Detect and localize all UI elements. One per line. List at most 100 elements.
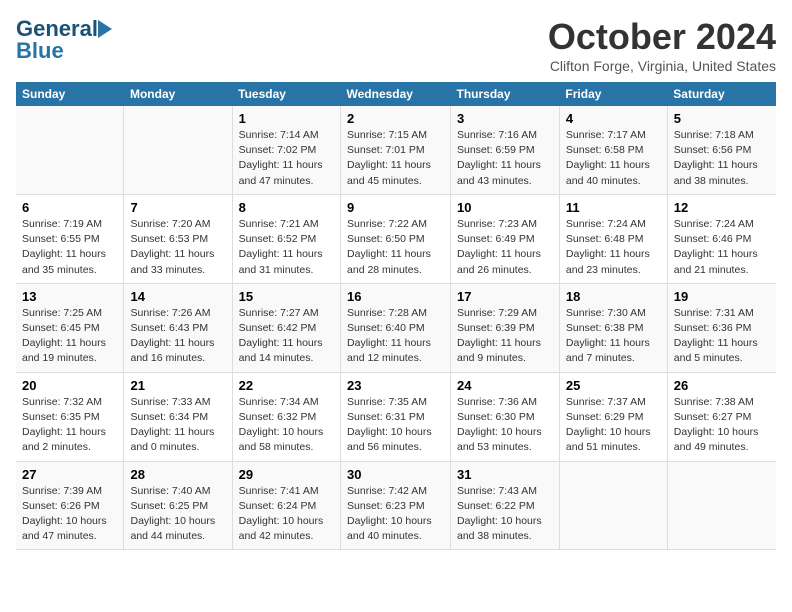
day-info: Sunrise: 7:36 AM Sunset: 6:30 PM Dayligh… (457, 395, 553, 456)
calendar-table: SundayMondayTuesdayWednesdayThursdayFrid… (16, 82, 776, 550)
day-number: 17 (457, 289, 553, 304)
calendar-cell: 13Sunrise: 7:25 AM Sunset: 6:45 PM Dayli… (16, 283, 124, 372)
day-info: Sunrise: 7:42 AM Sunset: 6:23 PM Dayligh… (347, 484, 444, 545)
header-tuesday: Tuesday (232, 82, 340, 106)
header-saturday: Saturday (667, 82, 776, 106)
day-number: 16 (347, 289, 444, 304)
calendar-cell: 4 Sunrise: 7:17 AM Sunset: 6:58 PM Daylig… (559, 106, 667, 194)
day-number: 19 (674, 289, 770, 304)
day-info: Sunrise: 7:27 AM Sunset: 6:42 PM Dayligh… (239, 306, 334, 367)
title-block: October 2024 Clifton Forge, Virginia, Un… (548, 16, 776, 74)
day-info: Sunrise: 7:22 AM Sunset: 6:50 PM Dayligh… (347, 217, 444, 278)
day-number: 26 (674, 378, 770, 393)
day-info: Sunrise: 7:18 AM Sunset: 6:56 PM Dayligh… (674, 128, 770, 189)
day-info: Sunrise: 7:21 AM Sunset: 6:52 PM Dayligh… (239, 217, 334, 278)
day-number: 25 (566, 378, 661, 393)
day-info: Sunrise: 7:24 AM Sunset: 6:48 PM Dayligh… (566, 217, 661, 278)
calendar-cell: 25 Sunrise: 7:37 AM Sunset: 6:29 PM Dayli… (559, 372, 667, 461)
day-info: Sunrise: 7:40 AM Sunset: 6:25 PM Dayligh… (130, 484, 225, 545)
calendar-cell: 18Sunrise: 7:30 AM Sunset: 6:38 PM Dayli… (559, 283, 667, 372)
day-info: Sunrise: 7:26 AM Sunset: 6:43 PM Dayligh… (130, 306, 225, 367)
day-number: 3 (457, 111, 553, 126)
logo-arrow-icon (98, 20, 120, 38)
calendar-cell: 22 Sunrise: 7:34 AM Sunset: 6:32 PM Dayli… (232, 372, 340, 461)
calendar-cell: 20 Sunrise: 7:32 AM Sunset: 6:35 PM Dayli… (16, 372, 124, 461)
day-number: 29 (239, 467, 334, 482)
calendar-cell: 17 Sunrise: 7:29 AM Sunset: 6:39 PM Dayli… (451, 283, 560, 372)
day-number: 20 (22, 378, 117, 393)
day-info: Sunrise: 7:39 AM Sunset: 6:26 PM Dayligh… (22, 484, 117, 545)
day-number: 6 (22, 200, 117, 215)
calendar-cell: 24 Sunrise: 7:36 AM Sunset: 6:30 PM Dayli… (451, 372, 560, 461)
calendar-cell: 10 Sunrise: 7:23 AM Sunset: 6:49 PM Dayli… (451, 194, 560, 283)
calendar-cell: 3 Sunrise: 7:16 AM Sunset: 6:59 PM Daylig… (451, 106, 560, 194)
day-number: 15 (239, 289, 334, 304)
page-header: General Blue October 2024 Clifton Forge,… (16, 16, 776, 74)
week-row-1: 1Sunrise: 7:14 AM Sunset: 7:02 PM Daylig… (16, 106, 776, 194)
day-info: Sunrise: 7:15 AM Sunset: 7:01 PM Dayligh… (347, 128, 444, 189)
day-number: 23 (347, 378, 444, 393)
day-info: Sunrise: 7:28 AM Sunset: 6:40 PM Dayligh… (347, 306, 444, 367)
day-number: 27 (22, 467, 117, 482)
day-number: 10 (457, 200, 553, 215)
calendar-subtitle: Clifton Forge, Virginia, United States (548, 58, 776, 74)
day-info: Sunrise: 7:32 AM Sunset: 6:35 PM Dayligh… (22, 395, 117, 456)
calendar-cell: 15 Sunrise: 7:27 AM Sunset: 6:42 PM Dayli… (232, 283, 340, 372)
day-number: 14 (130, 289, 225, 304)
day-info: Sunrise: 7:23 AM Sunset: 6:49 PM Dayligh… (457, 217, 553, 278)
day-number: 4 (566, 111, 661, 126)
header-thursday: Thursday (451, 82, 560, 106)
day-info: Sunrise: 7:24 AM Sunset: 6:46 PM Dayligh… (674, 217, 770, 278)
day-info: Sunrise: 7:14 AM Sunset: 7:02 PM Dayligh… (239, 128, 334, 189)
calendar-cell: 23 Sunrise: 7:35 AM Sunset: 6:31 PM Dayli… (341, 372, 451, 461)
day-number: 8 (239, 200, 334, 215)
calendar-cell (124, 106, 232, 194)
day-info: Sunrise: 7:29 AM Sunset: 6:39 PM Dayligh… (457, 306, 553, 367)
day-info: Sunrise: 7:30 AM Sunset: 6:38 PM Dayligh… (566, 306, 661, 367)
day-number: 22 (239, 378, 334, 393)
week-row-5: 27 Sunrise: 7:39 AM Sunset: 6:26 PM Dayli… (16, 461, 776, 550)
day-info: Sunrise: 7:37 AM Sunset: 6:29 PM Dayligh… (566, 395, 661, 456)
day-number: 31 (457, 467, 553, 482)
calendar-cell: 21 Sunrise: 7:33 AM Sunset: 6:34 PM Dayli… (124, 372, 232, 461)
week-row-3: 13Sunrise: 7:25 AM Sunset: 6:45 PM Dayli… (16, 283, 776, 372)
calendar-cell: 12 Sunrise: 7:24 AM Sunset: 6:46 PM Dayli… (667, 194, 776, 283)
day-number: 13 (22, 289, 117, 304)
calendar-cell: 9Sunrise: 7:22 AM Sunset: 6:50 PM Daylig… (341, 194, 451, 283)
day-number: 30 (347, 467, 444, 482)
header-wednesday: Wednesday (341, 82, 451, 106)
calendar-cell (559, 461, 667, 550)
calendar-cell: 31Sunrise: 7:43 AM Sunset: 6:22 PM Dayli… (451, 461, 560, 550)
day-number: 12 (674, 200, 770, 215)
calendar-cell (667, 461, 776, 550)
header-monday: Monday (124, 82, 232, 106)
day-number: 7 (130, 200, 225, 215)
calendar-cell: 6Sunrise: 7:19 AM Sunset: 6:55 PM Daylig… (16, 194, 124, 283)
week-row-2: 6Sunrise: 7:19 AM Sunset: 6:55 PM Daylig… (16, 194, 776, 283)
calendar-cell: 29 Sunrise: 7:41 AM Sunset: 6:24 PM Dayli… (232, 461, 340, 550)
day-number: 2 (347, 111, 444, 126)
calendar-header-row: SundayMondayTuesdayWednesdayThursdayFrid… (16, 82, 776, 106)
calendar-cell: 16 Sunrise: 7:28 AM Sunset: 6:40 PM Dayli… (341, 283, 451, 372)
day-info: Sunrise: 7:33 AM Sunset: 6:34 PM Dayligh… (130, 395, 225, 456)
day-info: Sunrise: 7:41 AM Sunset: 6:24 PM Dayligh… (239, 484, 334, 545)
calendar-cell: 1Sunrise: 7:14 AM Sunset: 7:02 PM Daylig… (232, 106, 340, 194)
day-info: Sunrise: 7:34 AM Sunset: 6:32 PM Dayligh… (239, 395, 334, 456)
day-info: Sunrise: 7:35 AM Sunset: 6:31 PM Dayligh… (347, 395, 444, 456)
calendar-title: October 2024 (548, 16, 776, 58)
header-sunday: Sunday (16, 82, 124, 106)
calendar-cell: 28 Sunrise: 7:40 AM Sunset: 6:25 PM Dayli… (124, 461, 232, 550)
calendar-cell: 7Sunrise: 7:20 AM Sunset: 6:53 PM Daylig… (124, 194, 232, 283)
calendar-cell: 2 Sunrise: 7:15 AM Sunset: 7:01 PM Daylig… (341, 106, 451, 194)
day-info: Sunrise: 7:17 AM Sunset: 6:58 PM Dayligh… (566, 128, 661, 189)
day-number: 24 (457, 378, 553, 393)
day-info: Sunrise: 7:16 AM Sunset: 6:59 PM Dayligh… (457, 128, 553, 189)
week-row-4: 20 Sunrise: 7:32 AM Sunset: 6:35 PM Dayli… (16, 372, 776, 461)
calendar-cell: 14 Sunrise: 7:26 AM Sunset: 6:43 PM Dayli… (124, 283, 232, 372)
header-friday: Friday (559, 82, 667, 106)
calendar-cell: 26Sunrise: 7:38 AM Sunset: 6:27 PM Dayli… (667, 372, 776, 461)
day-number: 28 (130, 467, 225, 482)
calendar-cell: 30 Sunrise: 7:42 AM Sunset: 6:23 PM Dayli… (341, 461, 451, 550)
day-number: 21 (130, 378, 225, 393)
logo: General Blue (16, 16, 120, 64)
